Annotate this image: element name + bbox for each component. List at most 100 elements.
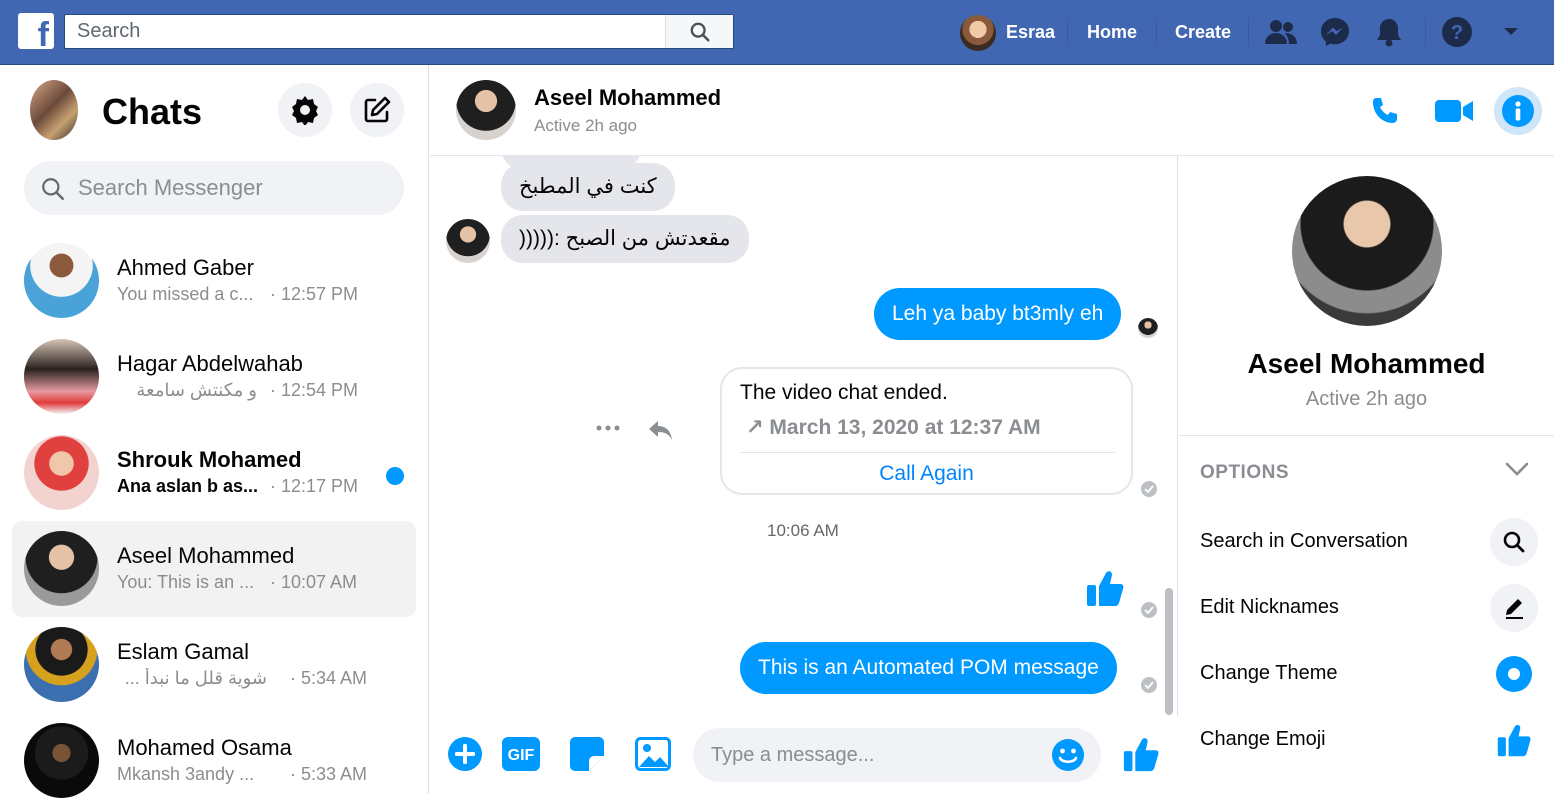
help-button[interactable]: ? [1439,14,1475,50]
chat-item-shrouk-mohamed[interactable]: Shrouk Mohamed Ana aslan b as... · 12:17… [12,425,416,521]
chat-item-ahmed-gaber[interactable]: Ahmed Gaber You missed a c... · 12:57 PM [12,233,416,329]
profile-link[interactable]: Esraa [960,0,1055,65]
theme-icon [1490,650,1538,698]
option-label: Edit Nicknames [1200,596,1339,618]
global-search-button[interactable] [665,15,733,48]
image-icon [635,737,671,771]
reply-button[interactable] [648,419,674,446]
ellipsis-icon [596,425,620,431]
friends-icon [1265,20,1297,44]
svg-text:?: ? [1451,22,1463,44]
contact-name[interactable]: Aseel Mohammed [534,85,721,111]
chats-sidebar: Chats Ahmed Gaber You missed a c... · 12… [0,65,429,798]
conversation-info-panel: Aseel Mohammed Active 2h ago OPTIONS Sea… [1179,156,1554,794]
friends-button[interactable] [1263,14,1299,50]
avatar [24,435,99,510]
chat-time: · 10:07 AM [270,572,358,592]
messenger-search-input[interactable] [78,161,388,215]
option-change-theme[interactable]: Change Theme [1200,649,1540,699]
contact-profile-photo[interactable] [1292,176,1442,326]
chat-preview: You: This is an ... [117,572,255,592]
chat-time: · 12:57 PM [270,284,359,304]
conversation-info-button[interactable] [1494,87,1542,135]
search-icon [690,22,710,42]
divider [1156,18,1157,46]
top-navigation-bar: f Esraa Home Create ? [0,0,1554,65]
notifications-icon [1377,19,1401,47]
gif-icon: GIF [502,737,540,771]
plus-circle-icon [448,737,482,771]
chat-name: Aseel Mohammed [117,543,295,568]
chat-preview: و مكنتش سامعة [136,380,257,400]
create-link[interactable]: Create [1175,0,1231,65]
chat-name: Ahmed Gaber [117,255,254,280]
outgoing-message[interactable]: This is an Automated POM message [740,642,1117,694]
video-call-button[interactable] [1430,87,1478,135]
search-icon [1490,518,1538,566]
chat-name: Shrouk Mohamed [117,447,302,472]
contact-avatar[interactable] [456,80,516,140]
more-actions-button[interactable] [445,734,485,774]
contact-status: Active 2h ago [1305,388,1428,410]
avatar [24,531,99,606]
thread-scrollbar[interactable] [1165,588,1173,715]
chat-item-mohamed-osama[interactable]: Mohamed Osama Mkansh 3andy ... · 5:33 AM [12,713,416,809]
chat-name: Hagar Abdelwahab [117,351,303,376]
thumbs-up-icon [1490,716,1538,764]
message-input[interactable] [711,728,1041,782]
settings-button[interactable] [278,83,332,137]
emoji-button[interactable] [1051,738,1085,777]
chat-time: · 12:17 PM [270,476,359,496]
send-like-button[interactable] [1121,734,1161,774]
chats-title: Chats [102,91,203,132]
option-change-emoji[interactable]: Change Emoji [1200,715,1540,765]
chat-item-eslam-gamal[interactable]: Eslam Gamal شوية قلل ما نبدأ ... · 5:34 … [12,617,416,713]
notifications-button[interactable] [1371,14,1407,50]
voice-call-button[interactable] [1361,87,1409,135]
seen-avatar [1138,318,1158,338]
message-input-box [693,728,1101,782]
sticker-icon [570,737,604,771]
options-collapse-button[interactable] [1505,462,1529,481]
chevron-down-icon [1504,28,1518,35]
sticker-button[interactable] [567,734,607,774]
phone-icon [1373,98,1397,123]
delivered-check-icon [1141,481,1157,497]
video-call-ended-card: The video chat ended. ↗ March 13, 2020 a… [720,367,1133,495]
outgoing-message[interactable]: Leh ya baby bt3mly eh [874,288,1122,340]
global-search [64,14,734,49]
call-again-button[interactable]: Call Again [722,462,1131,486]
option-edit-nicknames[interactable]: Edit Nicknames [1200,583,1540,633]
incoming-message[interactable]: كنت في المطبخ [501,163,675,211]
search-icon [42,178,64,200]
thumbs-up-icon [1123,738,1159,772]
chat-name: Eslam Gamal [117,639,250,664]
chat-time: · 5:33 AM [290,764,368,784]
delivered-check-icon [1141,677,1157,693]
global-search-input[interactable] [65,15,667,48]
home-link[interactable]: Home [1087,0,1137,65]
chat-preview: Ana aslan b as... [117,476,259,496]
chat-preview: Mkansh 3andy ... [117,764,255,784]
messenger-button[interactable] [1317,14,1353,50]
option-label: Change Emoji [1200,728,1326,750]
new-message-button[interactable] [350,83,404,137]
chat-item-aseel-mohammed[interactable]: Aseel Mohammed You: This is an ... · 10:… [12,521,416,617]
call-card-date: ↗ March 13, 2020 at 12:37 AM [746,416,1041,439]
photo-button[interactable] [633,734,673,774]
smiley-icon [1052,739,1084,771]
avatar [24,723,99,798]
thumbs-up-message[interactable] [1085,568,1125,613]
message-composer: GIF [430,716,1178,794]
account-menu-button[interactable] [1493,14,1529,50]
option-search-in-conversation[interactable]: Search in Conversation [1200,517,1540,567]
contact-status: Active 2h ago [534,116,638,135]
divider [1179,435,1554,436]
chat-item-hagar-abdelwahab[interactable]: Hagar Abdelwahab و مكنتش سامعة · 12:54 P… [12,329,416,425]
my-avatar[interactable] [30,80,78,140]
options-section-header[interactable]: OPTIONS [1200,462,1289,484]
gif-button[interactable]: GIF [501,734,541,774]
facebook-logo[interactable]: f [18,13,54,49]
more-options-button[interactable] [596,418,620,436]
incoming-message[interactable]: مقعدتش من الصبح :((((( [501,215,749,263]
